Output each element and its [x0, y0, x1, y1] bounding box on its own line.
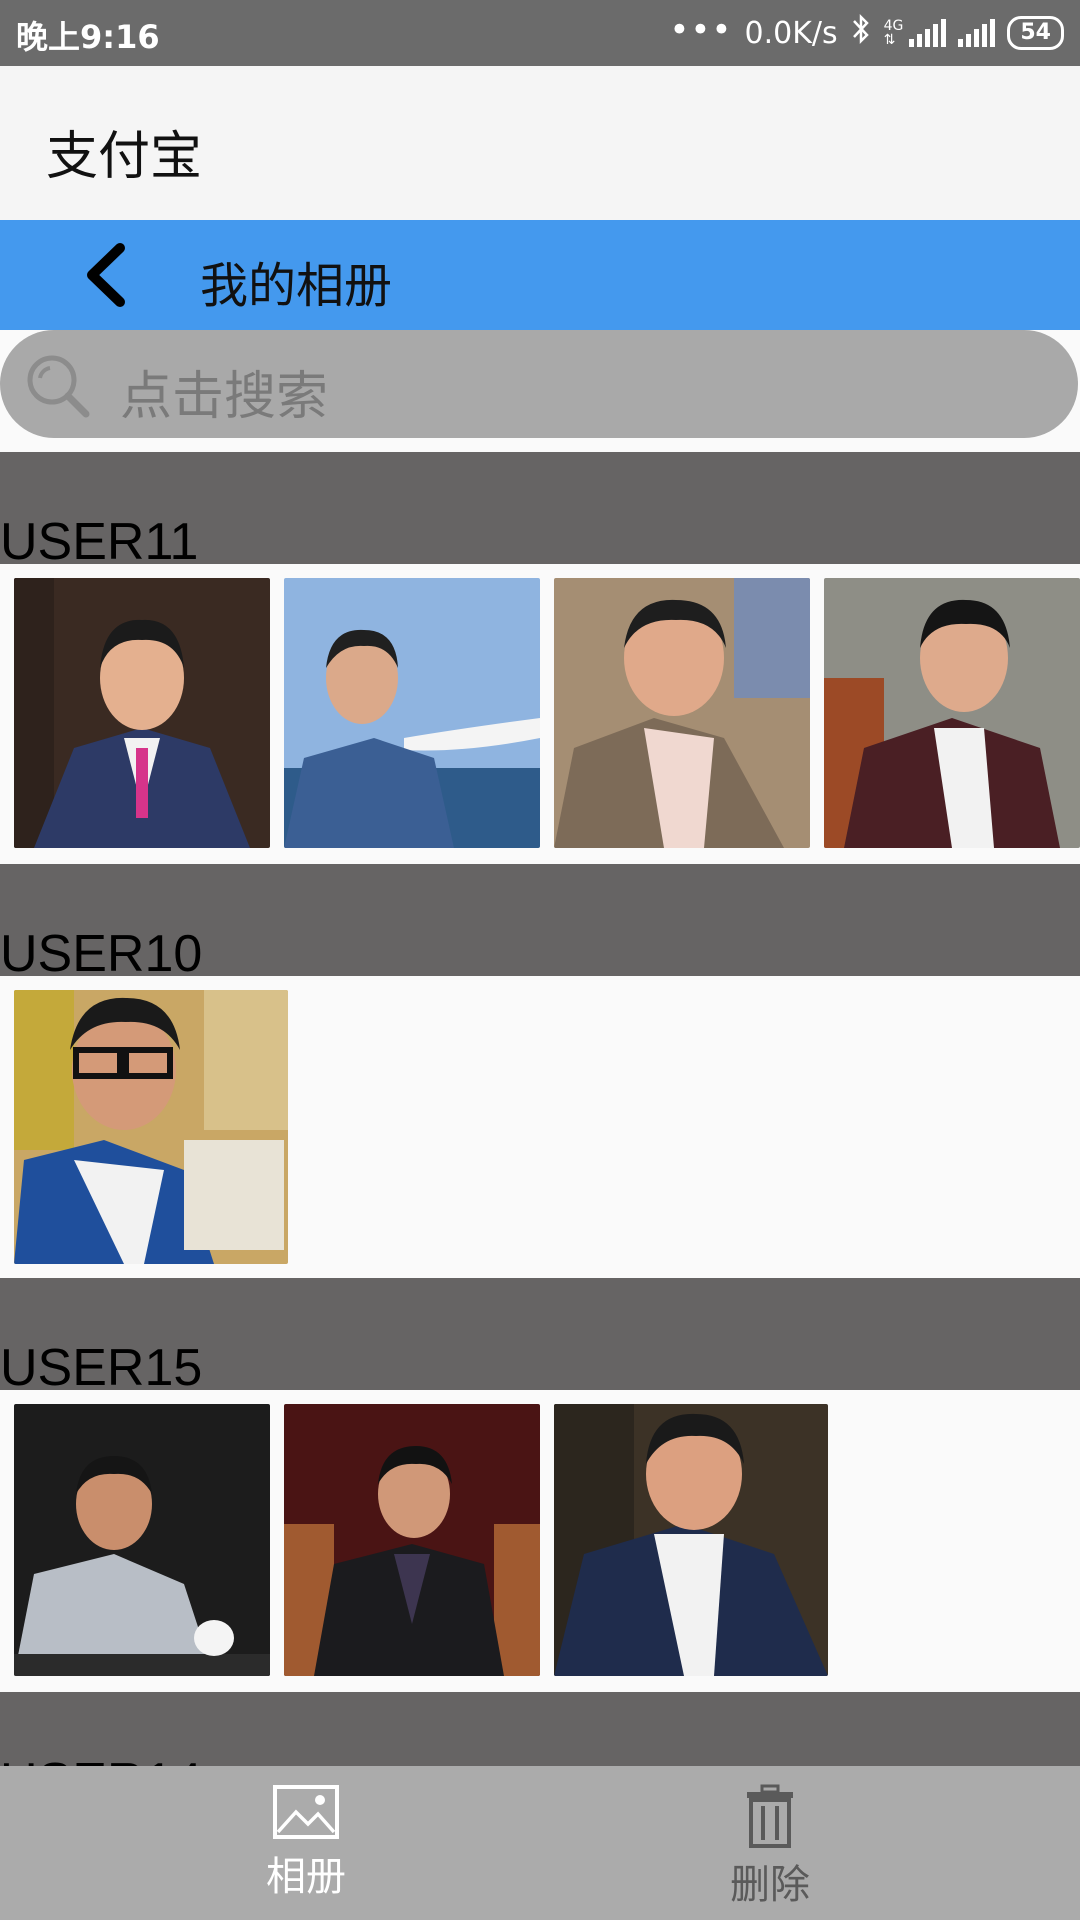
photo-thumbnail[interactable] [554, 1404, 828, 1676]
photo-row [0, 1404, 1080, 1676]
album-section-header: USER10 [0, 864, 1080, 983]
search-input[interactable]: 点击搜索 [0, 330, 1078, 438]
nav-item-albums[interactable]: 相册 [206, 1784, 406, 1902]
album-user-name: USER15 [0, 1339, 203, 1397]
network-speed: 0.0K/s [744, 15, 838, 51]
back-arrow-icon[interactable] [70, 238, 150, 312]
album-section-header: USER11 [0, 452, 1080, 571]
page-header: 我的相册 [0, 220, 1080, 330]
photo-thumbnail[interactable] [554, 578, 810, 848]
album-section-header: USER15 [0, 1278, 1080, 1397]
status-bar: 晚上9:16 ••• 0.0K/s 4G ⇅ 54 [0, 0, 1080, 66]
photo-thumbnail[interactable] [284, 578, 540, 848]
app-bar: 支付宝 [0, 66, 1080, 220]
photo-thumbnail[interactable] [14, 578, 270, 848]
dots-icon: ••• [669, 10, 733, 50]
page-title: 我的相册 [200, 258, 393, 314]
battery-icon: 54 [1007, 16, 1064, 50]
search-placeholder: 点击搜索 [120, 367, 329, 427]
photo-thumbnail[interactable] [14, 990, 288, 1264]
album-section-header: USER14 [0, 1692, 1080, 1766]
nav-label-delete: 删除 [730, 1862, 810, 1908]
app-title: 支付宝 [46, 127, 203, 187]
bottom-nav: 相册 删除 [0, 1766, 1080, 1920]
signal-icon [909, 19, 947, 47]
nav-label-albums: 相册 [266, 1854, 346, 1900]
signal-icon [958, 19, 996, 47]
photo-row [0, 578, 1080, 848]
trash-icon [747, 1784, 793, 1848]
status-icons: ••• 0.0K/s 4G ⇅ 54 [669, 10, 1064, 56]
photo-row [0, 990, 1080, 1264]
album-user-name: USER11 [0, 513, 199, 571]
nav-item-delete[interactable]: 删除 [670, 1784, 870, 1910]
image-icon [273, 1785, 339, 1839]
photo-thumbnail[interactable] [284, 1404, 540, 1676]
album-user-name: USER10 [0, 925, 203, 983]
album-list[interactable]: USER11 USER10 USER15 [0, 452, 1080, 1766]
album-user-name: USER14 [0, 1752, 202, 1766]
status-time: 晚上9:16 [16, 18, 160, 56]
network-type: 4G ⇅ [883, 18, 904, 48]
bluetooth-icon [850, 13, 872, 53]
photo-thumbnail[interactable] [824, 578, 1080, 848]
search-icon [27, 355, 90, 418]
photo-thumbnail[interactable] [14, 1404, 270, 1676]
